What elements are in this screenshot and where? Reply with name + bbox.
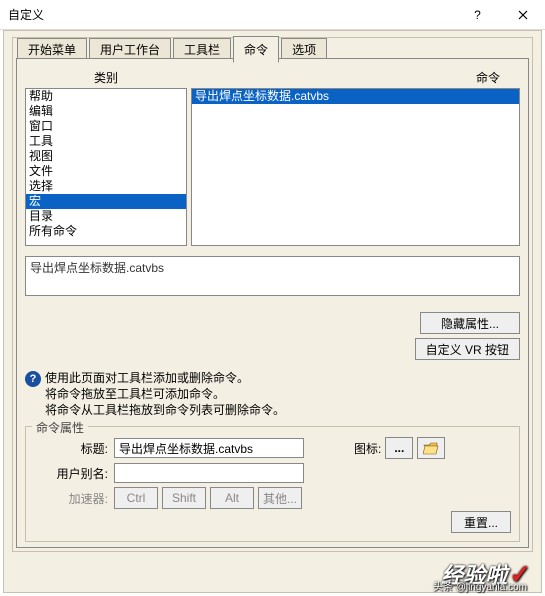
hide-properties-button[interactable]: 隐藏属性... <box>420 312 520 334</box>
reset-button[interactable]: 重置... <box>451 511 511 533</box>
command-header: 命令 <box>187 69 520 86</box>
folder-open-icon <box>423 441 439 455</box>
description-box: 导出焊点坐标数据.catvbs <box>25 256 520 296</box>
list-item[interactable]: 文件 <box>26 164 186 179</box>
label-accel: 加速器: <box>34 490 114 507</box>
info-icon: ? <box>25 371 41 387</box>
icon-picker-button[interactable]: ... <box>385 437 413 459</box>
list-item[interactable]: 所有命令 <box>26 224 186 239</box>
list-item[interactable]: 选择 <box>26 179 186 194</box>
list-item[interactable]: 帮助 <box>26 89 186 104</box>
custom-vr-button[interactable]: 自定义 VR 按钮 <box>415 338 520 360</box>
info-text: 使用此页面对工具栏添加或删除命令。 将命令拖放至工具栏可添加命令。 将命令从工具… <box>45 370 285 418</box>
group-legend: 命令属性 <box>32 419 88 436</box>
tab-panel-command: 类别 命令 帮助 编辑 窗口 工具 视图 文件 选择 宏 目录 所有命令 导出焊 <box>16 58 529 548</box>
info-section: ? 使用此页面对工具栏添加或删除命令。 将命令拖放至工具栏可添加命令。 将命令从… <box>25 370 520 418</box>
list-item[interactable]: 窗口 <box>26 119 186 134</box>
list-headers: 类别 命令 <box>25 69 520 86</box>
list-item[interactable]: 宏 <box>26 194 186 209</box>
list-item[interactable]: 视图 <box>26 149 186 164</box>
button-column: 隐藏属性... 自定义 VR 按钮 <box>25 312 520 360</box>
help-button[interactable]: ? <box>455 0 500 30</box>
row-title: 标题: 图标: ... <box>34 437 511 459</box>
titlebar: 自定义 ? <box>0 0 545 30</box>
command-properties-group: 命令属性 标题: 图标: ... 用 <box>25 426 520 542</box>
list-item[interactable]: 编辑 <box>26 104 186 119</box>
list-item[interactable]: 目录 <box>26 209 186 224</box>
other-button[interactable]: 其他... <box>258 487 302 509</box>
title-input[interactable] <box>114 438 304 458</box>
dialog-body: 开始菜单 用户工作台 工具栏 命令 选项 类别 命令 帮助 编辑 窗口 工具 视… <box>3 30 542 593</box>
alt-button[interactable]: Alt <box>210 487 254 509</box>
label-alias: 用户别名: <box>34 465 114 482</box>
alias-input[interactable] <box>114 463 304 483</box>
browse-icon-button[interactable] <box>417 437 445 459</box>
list-item[interactable]: 导出焊点坐标数据.catvbs <box>192 89 519 104</box>
row-alias: 用户别名: <box>34 463 511 483</box>
command-listbox[interactable]: 导出焊点坐标数据.catvbs <box>191 88 520 246</box>
label-title: 标题: <box>34 440 114 457</box>
ellipsis-icon: ... <box>394 441 404 455</box>
list-item[interactable]: 工具 <box>26 134 186 149</box>
category-listbox[interactable]: 帮助 编辑 窗口 工具 视图 文件 选择 宏 目录 所有命令 <box>25 88 187 246</box>
tab-command[interactable]: 命令 <box>233 36 279 63</box>
window-title: 自定义 <box>8 6 455 23</box>
watermark-sub: 头条 @jingyanla.com <box>433 578 527 593</box>
reset-row: 重置... <box>34 511 511 533</box>
icon-label: 图标: <box>354 440 381 457</box>
ctrl-button[interactable]: Ctrl <box>114 487 158 509</box>
close-icon <box>518 10 528 20</box>
close-button[interactable] <box>500 0 545 30</box>
row-accel: 加速器: Ctrl Shift Alt 其他... <box>34 487 511 509</box>
shift-button[interactable]: Shift <box>162 487 206 509</box>
category-header: 类别 <box>25 69 187 86</box>
outer-frame: 开始菜单 用户工作台 工具栏 命令 选项 类别 命令 帮助 编辑 窗口 工具 视… <box>12 37 533 552</box>
lists-container: 帮助 编辑 窗口 工具 视图 文件 选择 宏 目录 所有命令 导出焊点坐标数据.… <box>25 88 520 246</box>
description-text: 导出焊点坐标数据.catvbs <box>30 261 164 275</box>
